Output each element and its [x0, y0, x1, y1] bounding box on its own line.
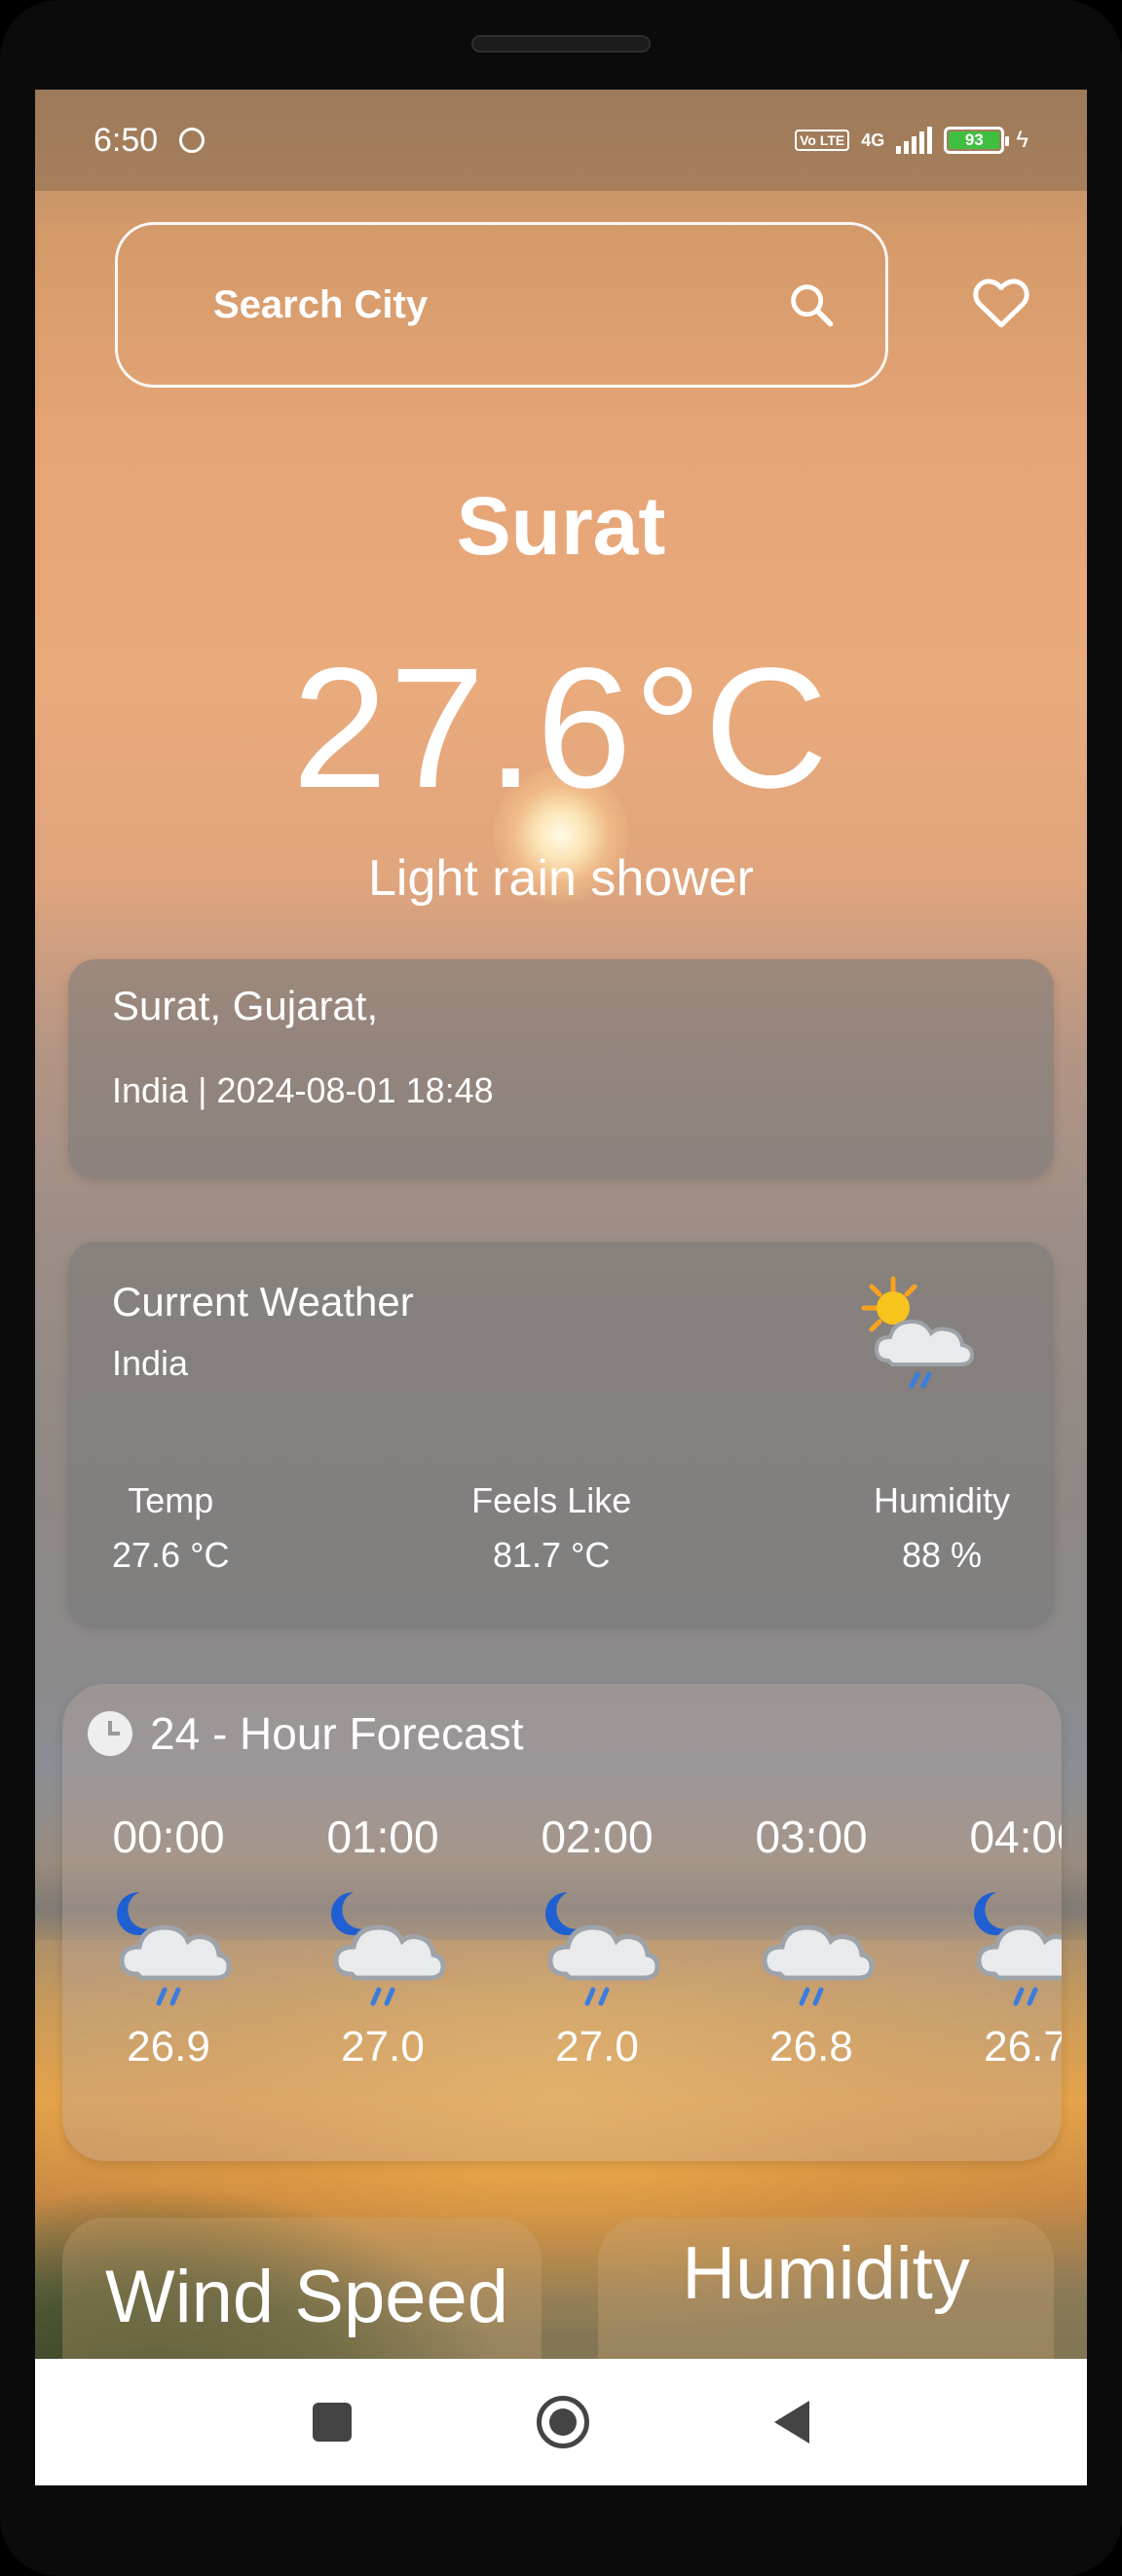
status-bar: 6:50 Vo LTE 4G 93 ϟ — [35, 90, 1087, 191]
search-icon[interactable] — [786, 280, 837, 330]
forecast-hour-item[interactable]: 04:00 26.7 — [938, 1811, 1062, 2072]
moon-cloud-rain-icon — [117, 1891, 232, 2006]
forecast-hour-temp: 27.0 — [555, 2023, 639, 2071]
forecast-hour-temp: 26.8 — [769, 2023, 853, 2071]
location-country-datetime: India | 2024-08-01 18:48 — [112, 1070, 494, 1110]
volte-icon: Vo LTE — [795, 130, 850, 151]
stat-humidity-value: 88 % — [901, 1535, 982, 1575]
status-time: 6:50 — [94, 121, 159, 159]
moon-cloud-rain-icon — [974, 1891, 1062, 2006]
city-name: Surat — [456, 480, 666, 572]
forecast-hour-time: 03:00 — [755, 1811, 868, 1862]
forecast-hour-item[interactable]: 02:00 27.0 — [509, 1811, 685, 2072]
location-region: Surat, Gujarat, — [112, 983, 379, 1028]
stat-humidity-label: Humidity — [873, 1480, 1010, 1520]
system-navigation-bar — [35, 2359, 1087, 2485]
notification-icon — [179, 128, 206, 153]
device-frame: 6:50 Vo LTE 4G 93 ϟ Search City Surat 27… — [0, 0, 1122, 2576]
charging-icon: ϟ — [1016, 127, 1028, 153]
hourly-forecast-card[interactable]: 24 - Hour Forecast 00:00 26.9 01:00 27.0… — [62, 1684, 1062, 2161]
forecast-hour-temp: 27.0 — [341, 2023, 425, 2071]
search-placeholder: Search City — [213, 282, 429, 326]
network-type: 4G — [861, 130, 885, 150]
battery-icon: 93 — [944, 127, 1010, 154]
forecast-hour-temp: 26.9 — [127, 2023, 210, 2071]
stat-feels-like-label: Feels Like — [471, 1480, 632, 1520]
app-screen: 6:50 Vo LTE 4G 93 ϟ Search City Surat 27… — [35, 90, 1087, 2485]
back-button[interactable] — [774, 2401, 809, 2444]
cloud-rain-icon — [762, 1924, 875, 2006]
forecast-hour-time: 04:00 — [969, 1811, 1062, 1862]
forecast-hour-item[interactable]: 00:00 26.9 — [81, 1811, 256, 2072]
forecast-hours-list[interactable]: 00:00 26.9 01:00 27.0 02:00 27.0 03:00 2… — [62, 1684, 1062, 2161]
forecast-hour-item[interactable]: 03:00 26.8 — [724, 1811, 899, 2072]
favorite-heart-icon[interactable] — [972, 275, 1030, 329]
location-card: Surat, Gujarat, India | 2024-08-01 18:48 — [68, 959, 1054, 1178]
home-button[interactable] — [537, 2396, 589, 2448]
current-weather-card: Current Weather India Temp 27.6 °C Feels… — [68, 1242, 1054, 1625]
status-icons: Vo LTE 4G 93 ϟ — [795, 127, 1028, 154]
current-temperature: 27.6°C — [291, 633, 831, 824]
forecast-hour-time: 02:00 — [541, 1811, 654, 1862]
forecast-hour-time: 01:00 — [326, 1811, 439, 1862]
current-weather-stats: Temp 27.6 °C Feels Like 81.7 °C Humidity… — [112, 1480, 1010, 1576]
battery-level: 93 — [949, 131, 1000, 149]
stat-feels-like-value: 81.7 °C — [492, 1535, 611, 1575]
device-speaker — [471, 35, 651, 53]
moon-cloud-rain-icon — [545, 1891, 660, 2006]
stat-humidity: Humidity 88 % — [874, 1480, 1010, 1576]
recent-apps-button[interactable] — [313, 2403, 352, 2442]
forecast-hour-item[interactable]: 01:00 27.0 — [295, 1811, 470, 2072]
stat-feels-like: Feels Like 81.7 °C — [471, 1480, 631, 1576]
stat-temp-value: 27.6 °C — [112, 1535, 230, 1575]
sun-cloud-rain-icon — [861, 1276, 975, 1389]
forecast-hour-time: 00:00 — [112, 1811, 225, 1862]
search-input[interactable]: Search City — [115, 222, 888, 388]
stat-temp-label: Temp — [128, 1480, 214, 1520]
humidity-label: Humidity — [682, 2232, 970, 2315]
moon-cloud-rain-icon — [331, 1891, 446, 2006]
wind-speed-label: Wind Speed — [105, 2256, 509, 2338]
weather-condition: Light rain shower — [368, 850, 754, 907]
forecast-hour-temp: 26.7 — [984, 2023, 1062, 2071]
signal-icon — [896, 127, 933, 154]
stat-temp: Temp 27.6 °C — [112, 1480, 229, 1576]
